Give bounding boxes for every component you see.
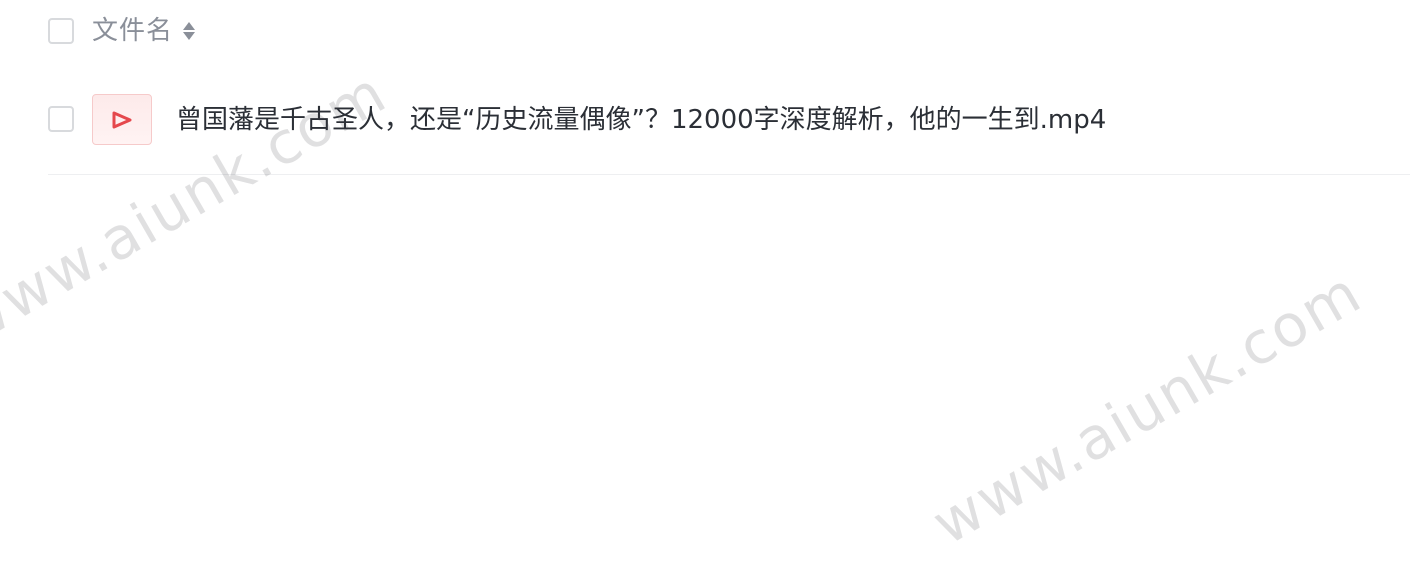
row-checkbox[interactable] <box>48 106 74 132</box>
table-row[interactable]: 曾国藩是千古圣人，还是“历史流量偶像”？12000字深度解析，他的一生到.mp4 <box>48 94 1410 175</box>
sort-up-icon <box>183 22 196 30</box>
column-title-filename[interactable]: 文件名 <box>92 13 173 49</box>
sort-icon[interactable] <box>183 22 196 40</box>
table-header: 文件名 <box>48 13 196 49</box>
file-name[interactable]: 曾国藩是千古圣人，还是“历史流量偶像”？12000字深度解析，他的一生到.mp4 <box>176 100 1106 140</box>
video-file-thumbnail[interactable] <box>92 94 152 145</box>
file-list-view: 文件名 曾国藩是千古圣人，还是“历史流量偶像”？12000字深度解析，他的一生到… <box>0 0 1410 588</box>
sort-down-icon <box>183 32 196 40</box>
watermark: www.aiunk.com <box>921 257 1373 558</box>
select-all-checkbox[interactable] <box>48 18 74 44</box>
video-play-icon <box>112 111 132 128</box>
